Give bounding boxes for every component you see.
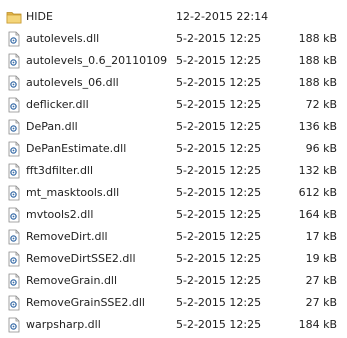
file-name: DePan.dll [26,120,78,133]
file-size: 132 kB [298,164,337,177]
dll-file-icon [6,295,22,311]
file-date: 5-2-2015 12:25 [176,274,262,287]
file-row[interactable]: RemoveDirt.dll 5-2-2015 12:25 17 kB [0,226,347,248]
file-size: 184 kB [298,318,337,331]
file-name: autolevels_0.6_20110109.dll [26,54,168,67]
file-row[interactable]: RemoveGrain.dll 5-2-2015 12:25 27 kB [0,270,347,292]
file-row[interactable]: mt_masktools.dll 5-2-2015 12:25 612 kB [0,182,347,204]
dll-file-icon [6,207,22,223]
file-date: 5-2-2015 12:25 [176,230,262,243]
file-name: autolevels.dll [26,32,100,45]
file-name: warpsharp.dll [26,318,101,331]
dll-file-icon [6,97,22,113]
file-row[interactable]: fft3dfilter.dll 5-2-2015 12:25 132 kB [0,160,347,182]
dll-file-icon [6,229,22,245]
file-name: RemoveGrain.dll [26,274,118,287]
file-name: RemoveGrainSSE2.dll [26,296,145,309]
file-size: 164 kB [298,208,337,221]
file-date: 5-2-2015 12:25 [176,98,262,111]
file-size: 188 kB [298,54,337,67]
file-row[interactable]: warpsharp.dll 5-2-2015 12:25 184 kB [0,314,347,336]
file-row[interactable]: deflicker.dll 5-2-2015 12:25 72 kB [0,94,347,116]
file-date: 5-2-2015 12:25 [176,32,262,45]
file-row[interactable]: autolevels_0.6_20110109.dll 5-2-2015 12:… [0,50,347,72]
file-name: fft3dfilter.dll [26,164,94,177]
file-name: mt_masktools.dll [26,186,120,199]
file-name: mvtools2.dll [26,208,94,221]
file-row[interactable]: RemoveGrainSSE2.dll 5-2-2015 12:25 27 kB [0,292,347,314]
file-size: 27 kB [305,296,337,309]
file-date: 5-2-2015 12:25 [176,164,262,177]
folder-icon [6,9,22,25]
file-name: HIDE [26,10,53,23]
folder-row-hide[interactable]: HIDE 12-2-2015 22:14 [0,6,347,28]
file-date: 5-2-2015 12:25 [176,142,262,155]
file-size: 188 kB [298,76,337,89]
file-row[interactable]: RemoveDirtSSE2.dll 5-2-2015 12:25 19 kB [0,248,347,270]
dll-file-icon [6,53,22,69]
file-date: 5-2-2015 12:25 [176,120,262,133]
file-date: 5-2-2015 12:25 [176,252,262,265]
file-size: 72 kB [305,98,337,111]
file-row[interactable]: autolevels_06.dll 5-2-2015 12:25 188 kB [0,72,347,94]
file-date: 5-2-2015 12:25 [176,76,262,89]
file-size: 612 kB [298,186,337,199]
file-date: 5-2-2015 12:25 [176,54,262,67]
file-row[interactable]: DePan.dll 5-2-2015 12:25 136 kB [0,116,347,138]
file-size: 19 kB [305,252,337,265]
dll-file-icon [6,185,22,201]
file-name: autolevels_06.dll [26,76,119,89]
dll-file-icon [6,317,22,333]
file-size: 17 kB [305,230,337,243]
dll-file-icon [6,163,22,179]
file-size: 188 kB [298,32,337,45]
file-date: 5-2-2015 12:25 [176,296,262,309]
file-row[interactable]: DePanEstimate.dll 5-2-2015 12:25 96 kB [0,138,347,160]
dll-file-icon [6,251,22,267]
file-size: 27 kB [305,274,337,287]
file-date: 5-2-2015 12:25 [176,318,262,331]
file-row[interactable]: mvtools2.dll 5-2-2015 12:25 164 kB [0,204,347,226]
file-name: RemoveDirtSSE2.dll [26,252,136,265]
file-list: HIDE 12-2-2015 22:14 autolevels.dll 5-2-… [0,0,347,338]
file-date: 12-2-2015 22:14 [176,10,269,23]
file-name: deflicker.dll [26,98,89,111]
file-date: 5-2-2015 12:25 [176,186,262,199]
file-name: RemoveDirt.dll [26,230,108,243]
file-row[interactable]: autolevels.dll 5-2-2015 12:25 188 kB [0,28,347,50]
file-name: DePanEstimate.dll [26,142,127,155]
dll-file-icon [6,31,22,47]
dll-file-icon [6,75,22,91]
dll-file-icon [6,273,22,289]
file-size: 136 kB [298,120,337,133]
file-date: 5-2-2015 12:25 [176,208,262,221]
dll-file-icon [6,141,22,157]
file-size: 96 kB [305,142,337,155]
dll-file-icon [6,119,22,135]
